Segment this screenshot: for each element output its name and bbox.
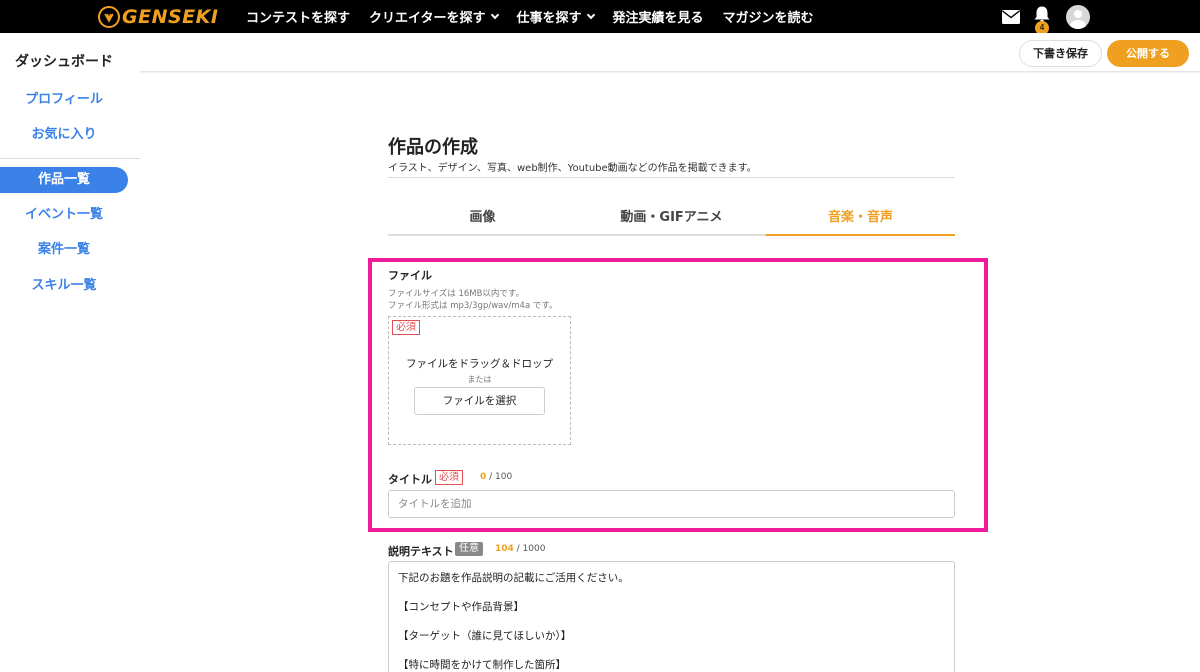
file-format-hint: ファイル形式は mp3/3gp/wav/m4a です。 — [388, 301, 558, 311]
title-field-label: タイトル — [388, 473, 432, 486]
chevron-down-icon — [490, 10, 499, 20]
nav-link-contests[interactable]: コンテストを探す — [246, 7, 350, 26]
sidebar-item-works[interactable]: 作品一覧 — [0, 167, 128, 193]
publish-button[interactable]: 公開する — [1107, 40, 1189, 67]
sidebar-item-skills[interactable]: スキル一覧 — [0, 273, 128, 299]
dropzone-or-text: または — [467, 375, 492, 384]
file-field-label: ファイル — [388, 269, 432, 282]
description-char-counter: 104 / 1000 — [495, 544, 545, 554]
nav-right-group: 4 — [1002, 0, 1200, 35]
nav-link-label: コンテストを探す — [246, 11, 351, 26]
nav-link-label: 仕事を探す — [516, 11, 582, 26]
description-line: 【特に時間をかけて制作した箇所】 — [398, 659, 566, 671]
mail-icon[interactable] — [1002, 9, 1020, 24]
title-divider — [388, 177, 955, 178]
sidebar-divider — [0, 158, 140, 159]
nav-link-creators[interactable]: クリエイターを探す — [369, 7, 499, 26]
required-badge: 必須 — [435, 470, 463, 485]
nav-link-orders[interactable]: 発注実績を見る — [613, 7, 704, 26]
description-line: 【ターゲット（誰に見てほしいか）】 — [398, 630, 572, 642]
notifications-button[interactable]: 4 — [1032, 5, 1052, 35]
logo-gem-icon — [98, 5, 120, 28]
media-type-tabs: 画像 動画・GIFアニメ 音楽・音声 — [388, 206, 955, 236]
nav-link-label: クリエイターを探す — [369, 11, 486, 26]
title-input[interactable] — [388, 490, 955, 518]
page-subtitle: イラスト、デザイン、写真、web制作、Youtube動画などの作品を掲載できます… — [388, 163, 757, 174]
action-bar: 下書き保存 公開する — [140, 33, 1200, 72]
description-char-max: / 1000 — [516, 544, 546, 554]
file-dropzone[interactable]: 必須 ファイルをドラッグ＆ドロップ または ファイルを選択 — [388, 316, 571, 445]
dashboard-sidebar: ダッシュボード プロフィール お気に入り 作品一覧 イベント一覧 案件一覧 スキ… — [0, 33, 140, 672]
chevron-down-icon — [586, 10, 595, 20]
required-badge: 必須 — [392, 320, 420, 335]
main-panel: 作品の作成 イラスト、デザイン、写真、web制作、Youtube動画などの作品を… — [140, 73, 1200, 672]
page-title: 作品の作成 — [388, 137, 478, 158]
sidebar-item-favorites[interactable]: お気に入り — [0, 122, 128, 148]
tab-image[interactable]: 画像 — [388, 206, 577, 234]
user-avatar[interactable] — [1066, 4, 1090, 29]
nav-link-label: 発注実績を見る — [612, 11, 704, 26]
file-size-hint: ファイルサイズは 16MB以内です。 — [388, 289, 525, 299]
description-line: 【コンセプトや作品背景】 — [398, 601, 524, 613]
top-navbar: GENSEKI コンテストを探す クリエイターを探す 仕事を探す 発注実績を見る… — [0, 0, 1200, 35]
dropzone-text: ファイルをドラッグ＆ドロップ — [406, 358, 553, 370]
description-line: 下記のお題を作品説明の記載にご活用ください。 — [398, 572, 629, 584]
nav-link-jobs[interactable]: 仕事を探す — [516, 7, 595, 26]
nav-link-magazine[interactable]: マガジンを読む — [723, 7, 814, 26]
sidebar-title: ダッシュボード — [15, 54, 113, 70]
optional-badge: 任意 — [455, 542, 483, 556]
logo-text: GENSEKI — [122, 5, 219, 28]
title-char-counter: 0 / 100 — [480, 472, 512, 482]
sidebar-item-events[interactable]: イベント一覧 — [0, 202, 128, 228]
select-file-button[interactable]: ファイルを選択 — [414, 387, 545, 415]
genseki-logo[interactable]: GENSEKI — [98, 5, 220, 28]
description-field-label: 説明テキスト — [388, 545, 454, 558]
description-textarea[interactable]: 下記のお題を作品説明の記載にご活用ください。 【コンセプトや作品背景】 【ターゲ… — [388, 561, 955, 672]
tab-music-audio[interactable]: 音楽・音声 — [766, 206, 955, 236]
sidebar-item-profile[interactable]: プロフィール — [0, 87, 128, 113]
main-nav-links: コンテストを探す クリエイターを探す 仕事を探す 発注実績を見る マガジンを読む — [246, 7, 833, 26]
nav-link-label: マガジンを読む — [722, 11, 814, 26]
title-char-max: / 100 — [489, 472, 513, 482]
save-draft-button[interactable]: 下書き保存 — [1019, 40, 1102, 67]
tab-video-gif[interactable]: 動画・GIFアニメ — [577, 206, 766, 234]
description-char-count: 104 — [495, 544, 514, 554]
title-char-count: 0 — [480, 472, 487, 482]
sidebar-item-projects[interactable]: 案件一覧 — [0, 237, 128, 263]
